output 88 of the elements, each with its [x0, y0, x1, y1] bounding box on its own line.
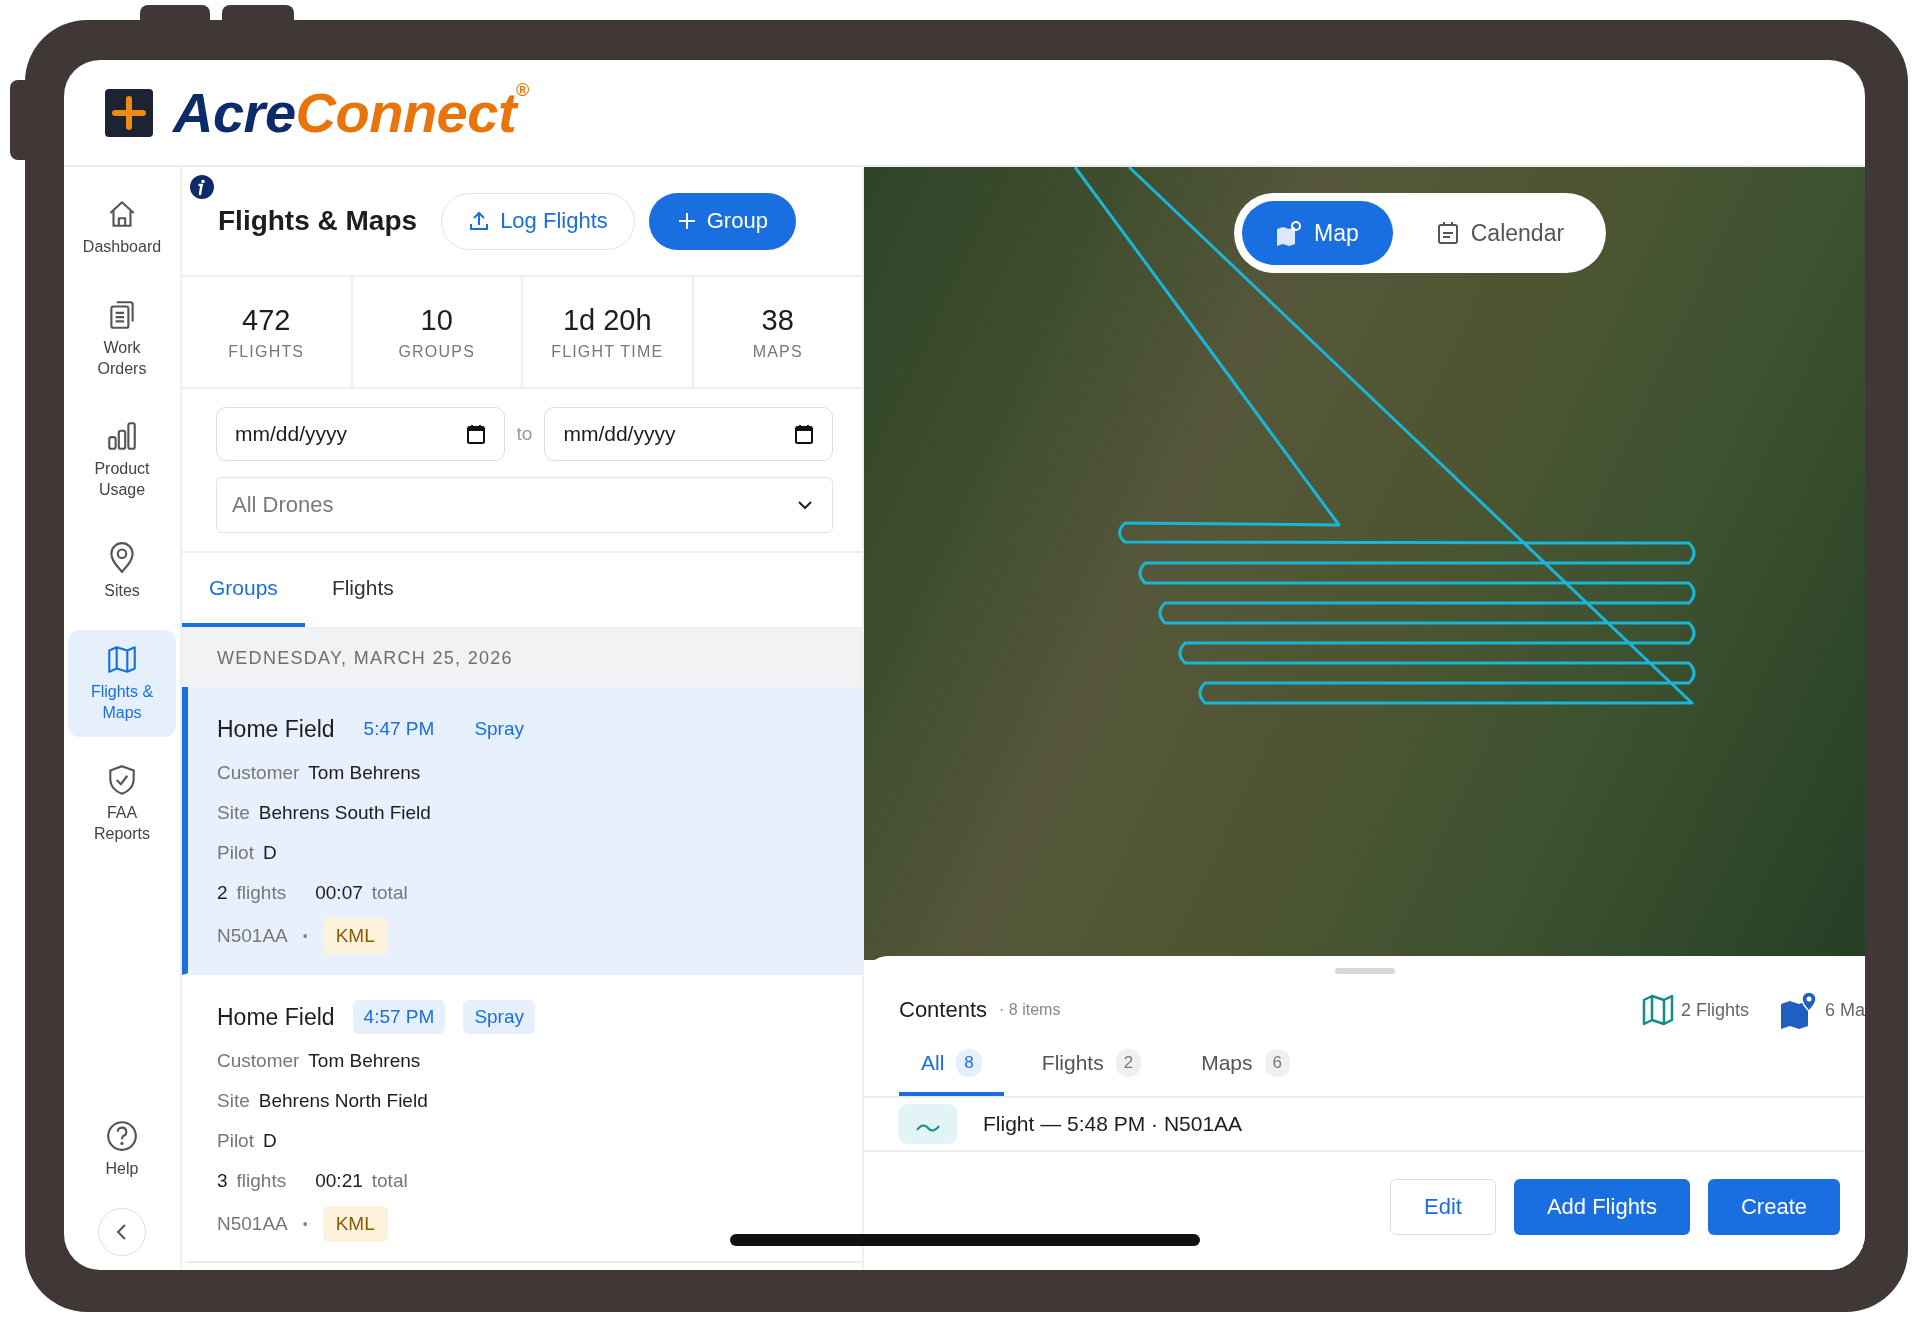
sidebar-item[interactable]: Work Orders	[68, 285, 176, 394]
separator-dot: •	[302, 1216, 308, 1232]
count-badge: 8	[956, 1049, 982, 1077]
stat-value: 10	[420, 303, 453, 337]
stat-label: MAPS	[752, 342, 803, 361]
field-label: Pilot	[217, 842, 254, 864]
flight-row-title[interactable]: Flight — 5:48 PM · N501AA	[983, 1112, 1243, 1136]
satellite-map-placeholder[interactable]: Map Calendar	[864, 167, 1865, 960]
count-badge: 2	[1115, 1049, 1142, 1077]
sidebar-item[interactable]: Sites	[68, 529, 176, 616]
field-label: Pilot	[217, 1130, 254, 1152]
stat-label: GROUPS	[398, 342, 475, 361]
tab[interactable]: Flights 2	[1019, 1034, 1164, 1096]
tail-number: N501AA	[217, 1213, 288, 1235]
calendar-icon	[1436, 221, 1459, 245]
stat-value: 1d 20h	[562, 303, 652, 337]
field-value: Behrens South Field	[258, 802, 431, 824]
sidebar-item[interactable]: Product Usage	[68, 407, 176, 515]
drone-dropdown[interactable]: All Drones	[216, 477, 833, 533]
total-label: total	[371, 882, 408, 904]
item-count: · 8 items	[999, 1001, 1061, 1019]
type-badge: Spray	[463, 1000, 535, 1034]
help-icon	[105, 1119, 139, 1154]
map-icon	[1640, 993, 1675, 1027]
map-pin-icon	[1778, 990, 1819, 1030]
field-label: Customer	[217, 762, 300, 784]
flight-count: 3	[217, 1170, 228, 1192]
tab[interactable]: Flights	[304, 553, 421, 627]
map-pin-icon	[1276, 220, 1302, 246]
add-group-button[interactable]: Group	[648, 192, 796, 250]
date-field[interactable]: mm/dd/yyyy	[216, 407, 505, 461]
summary-label: 6 Ma	[1824, 999, 1865, 1021]
logo-icon	[105, 88, 153, 137]
date-header: WEDNESDAY, MARCH 25, 2026	[182, 629, 862, 687]
total-label: total	[371, 1170, 408, 1192]
stat-label: FLIGHT TIME	[551, 342, 664, 361]
action-button[interactable]: Add Flights	[1513, 1179, 1690, 1235]
log-flights-button[interactable]: Log Flights	[441, 192, 635, 250]
date-field[interactable]: mm/dd/yyyy	[544, 407, 833, 461]
field-value: D	[262, 842, 277, 864]
sidebar-item[interactable]: Flights & Maps	[68, 629, 176, 738]
flight-count-label: flights	[236, 1170, 287, 1192]
count-badge: 6	[1264, 1049, 1290, 1077]
info-icon	[190, 175, 214, 199]
logo-wordmark: AcreConnect$^{®}$	[173, 84, 529, 141]
flight-count-label: flights	[236, 882, 287, 904]
field-label: Site	[217, 1090, 250, 1112]
group-card[interactable]: Home Field 5:47 PM Spray Customer Tom Behrens Site Behrens South Field Pilot D 2 flights 00:07 total N501AA • KML	[182, 687, 862, 975]
field-value: D	[262, 1130, 277, 1152]
sidebar-item[interactable]: FAA Reports	[68, 751, 176, 859]
field-value: Tom Behrens	[308, 1050, 421, 1072]
flight-count: 2	[217, 882, 228, 904]
stat-value: 38	[761, 303, 794, 337]
total-time: 00:07	[315, 882, 363, 904]
to-label: to	[516, 423, 533, 445]
chevron-left-icon	[116, 1223, 128, 1241]
tab[interactable]: Maps 6	[1179, 1034, 1312, 1096]
route-icon	[899, 1104, 957, 1144]
sidebar-item[interactable]: Dashboard	[68, 185, 176, 272]
calendar-icon	[795, 424, 813, 444]
kml-tag: KML	[322, 1206, 388, 1242]
view-toggle-button[interactable]: Map	[1242, 201, 1393, 265]
total-time: 00:21	[315, 1170, 363, 1192]
sheet-title: Contents	[899, 997, 988, 1023]
separator-dot: •	[302, 928, 308, 944]
field-label: Customer	[217, 1050, 300, 1072]
stat-value: 472	[242, 303, 291, 337]
group-title: Home Field	[217, 1003, 335, 1031]
collapse-button[interactable]	[98, 1208, 146, 1256]
field-label: Site	[217, 802, 250, 824]
summary-label: 2 Flights	[1680, 999, 1749, 1021]
kml-tag: KML	[322, 918, 388, 954]
group-title: Home Field	[217, 715, 335, 743]
edit-button[interactable]: Edit	[1390, 1179, 1496, 1235]
action-button[interactable]: Create	[1708, 1179, 1841, 1235]
chevron-down-icon	[798, 500, 812, 510]
tab[interactable]: All 8	[899, 1034, 1004, 1096]
drag-handle[interactable]	[1334, 968, 1395, 974]
page-title: Flights & Maps	[218, 205, 418, 237]
stat-label: FLIGHTS	[228, 342, 305, 361]
field-value: Tom Behrens	[308, 762, 421, 784]
calendar-icon	[466, 424, 485, 444]
plus-icon	[676, 211, 697, 231]
upload-icon	[468, 210, 491, 232]
help-button[interactable]: Help	[68, 1107, 176, 1194]
tail-number: N501AA	[217, 925, 288, 947]
field-value: Behrens North Field	[258, 1090, 428, 1112]
time-badge: 4:57 PM	[352, 1000, 446, 1034]
